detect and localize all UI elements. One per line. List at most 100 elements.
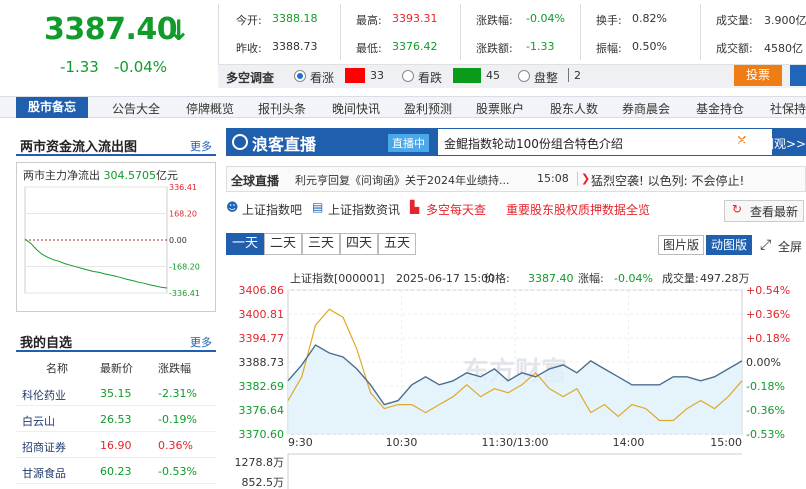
live-banner[interactable]: 浪客直播 直播中 金鲲指数轮动100份组合特色介绍 ✕ 速来围观>> (226, 128, 806, 156)
chart-header-pct: -0.04% (614, 272, 653, 285)
chart-header-price: 3387.40 (528, 272, 574, 285)
bear-count: 45 (486, 69, 500, 82)
nav-item[interactable]: 盈利预测 (404, 100, 452, 117)
watchlist-row[interactable]: 科伦药业 35.15 -2.31% (16, 380, 216, 406)
nav-item[interactable]: 股东人数 (550, 100, 598, 117)
link-forum[interactable]: 上证指数吧 (242, 201, 302, 218)
fullscreen-label[interactable]: 全屏 (778, 238, 802, 255)
divider (580, 4, 581, 60)
stock-name[interactable]: 招商证券 (22, 439, 66, 455)
market-nav-bar: 股市备忘 公告大全 停牌概览 报刊头条 晚间快讯 盈利预测 股票账户 股东人数 券商晨会 基金持… (0, 96, 806, 118)
y-tick-left: 3376.64 (239, 404, 285, 417)
chart-header-vol-label: 成交量: (662, 271, 699, 285)
flow-more-link[interactable]: 更多 (190, 138, 212, 154)
stat-value: -0.04% (526, 12, 565, 25)
index-change-pct: -0.04% (114, 58, 168, 76)
live-logo-icon (232, 134, 248, 150)
y-tick-right: 0.00% (746, 356, 781, 369)
flat-radio[interactable] (518, 70, 530, 82)
vote-button[interactable]: 投票 (734, 65, 782, 86)
watchlist-column-headers: 名称 最新价 涨跌幅 (16, 360, 216, 378)
nav-item[interactable]: 基金持仓 (696, 100, 744, 117)
y-tick-left: 3388.73 (239, 356, 285, 369)
flow-y-tick: 0.00 (169, 236, 187, 245)
nav-item[interactable]: 社保持 (770, 100, 806, 117)
stat-value: 3376.42 (392, 40, 438, 53)
stock-name[interactable]: 科伦药业 (22, 387, 66, 403)
col-price: 最新价 (100, 362, 133, 375)
link-pledge[interactable]: 重要股东股权质押数据全览 (506, 201, 650, 218)
live-badge: 直播中 (388, 134, 429, 152)
bull-radio[interactable] (294, 70, 306, 82)
stock-name[interactable]: 白云山 (22, 413, 55, 429)
y-tick-left: 3382.69 (239, 380, 285, 393)
global-live-text2[interactable]: 猛烈空袭! 以色列: 不会停止! (591, 172, 744, 189)
stat-label: 涨跌幅: (476, 14, 513, 27)
picture-version-button[interactable]: 图片版 (658, 235, 704, 255)
bear-radio[interactable] (402, 70, 414, 82)
animated-version-button[interactable]: 动图版 (706, 235, 752, 255)
nav-item[interactable]: 股票账户 (476, 100, 524, 117)
flat-label: 盘整 (534, 71, 559, 85)
nav-item[interactable]: 券商晨会 (622, 100, 670, 117)
chart-icon: ▙ (410, 200, 420, 214)
flat-count: 2 (574, 69, 581, 82)
stat-value: 0.50% (632, 40, 667, 53)
fullscreen-icon[interactable]: ⤢ (760, 237, 771, 253)
range-tab[interactable]: 四天 (340, 233, 378, 255)
stock-pct: -2.31% (158, 387, 197, 400)
bull-label: 看涨 (310, 71, 335, 85)
watchlist-row[interactable]: 甘源食品 60.23 -0.53% (16, 458, 216, 484)
chart-header-vol: 497.28万 (700, 272, 750, 285)
stock-price: 16.90 (100, 439, 132, 452)
y-tick-left: 3394.77 (239, 332, 285, 345)
stat-value: 3.900亿 (764, 14, 806, 27)
y-tick-left: 3370.60 (239, 428, 285, 441)
x-tick: 9:30 (288, 436, 313, 449)
nav-item[interactable]: 报刊头条 (258, 100, 306, 117)
vote-secondary-button[interactable] (790, 65, 806, 86)
range-tab[interactable]: 五天 (378, 233, 416, 255)
range-tab[interactable]: 一天 (226, 233, 264, 255)
watchlist-title: 我的自选 (20, 336, 73, 351)
stock-price: 60.23 (100, 465, 132, 478)
live-logo-text: 浪客直播 (252, 135, 317, 154)
live-headline[interactable]: 金鲲指数轮动100份组合特色介绍 (444, 135, 623, 152)
global-live-text[interactable]: 利元亨回复《问询函》关于2024年业绩持... (295, 172, 509, 188)
nav-item[interactable]: 公告大全 (112, 100, 160, 117)
stat-value: 0.82% (632, 12, 667, 25)
flow-y-tick: 336.41 (169, 183, 197, 192)
flow-y-tick: 168.20 (169, 210, 197, 219)
watchlist-row[interactable]: 招商证券 16.90 0.36% (16, 432, 216, 458)
stat-label: 最高: (356, 14, 382, 27)
watchlist-more-link[interactable]: 更多 (190, 334, 212, 350)
y-tick-right: -0.18% (746, 380, 785, 393)
chart-header-pct-label: 涨幅: (578, 272, 604, 285)
nav-memo[interactable]: 股市备忘 (16, 97, 88, 118)
stat-label: 昨收: (236, 42, 262, 55)
range-tab[interactable]: 二天 (264, 233, 302, 255)
nav-item[interactable]: 停牌概览 (186, 100, 234, 117)
link-poll[interactable]: 多空每天查 (426, 201, 486, 218)
stat-label: 今开: (236, 14, 262, 27)
x-tick: 15:00 (710, 436, 742, 449)
stat-label: 成交额: (716, 42, 753, 55)
stat-value: 3388.18 (272, 12, 318, 25)
watchlist-row[interactable]: 白云山 26.53 -0.19% (16, 406, 216, 432)
y-tick-right: +0.18% (746, 332, 790, 345)
intraday-chart[interactable]: 上证指数[000001] 2025-06-17 15:00价格: 3387.40 涨幅… (226, 262, 806, 489)
range-tab[interactable]: 三天 (302, 233, 340, 255)
col-pct: 涨跌幅 (158, 362, 191, 375)
live-enter-link[interactable]: 速来围观>> (738, 135, 806, 152)
chart-header-price-label: 价格: (484, 271, 510, 285)
global-live-label: 全球直播 (231, 174, 280, 188)
col-name: 名称 (46, 362, 68, 375)
stat-value: 3388.73 (272, 40, 318, 53)
user-icon: ☻ (226, 200, 239, 214)
down-arrow-icon: ↓ (167, 14, 191, 47)
chart-header-name: 上证指数[000001] (290, 271, 385, 285)
nav-item[interactable]: 晚间快讯 (332, 100, 380, 117)
stock-name[interactable]: 甘源食品 (22, 465, 66, 481)
link-news[interactable]: 上证指数资讯 (328, 201, 400, 218)
divider (218, 4, 219, 64)
